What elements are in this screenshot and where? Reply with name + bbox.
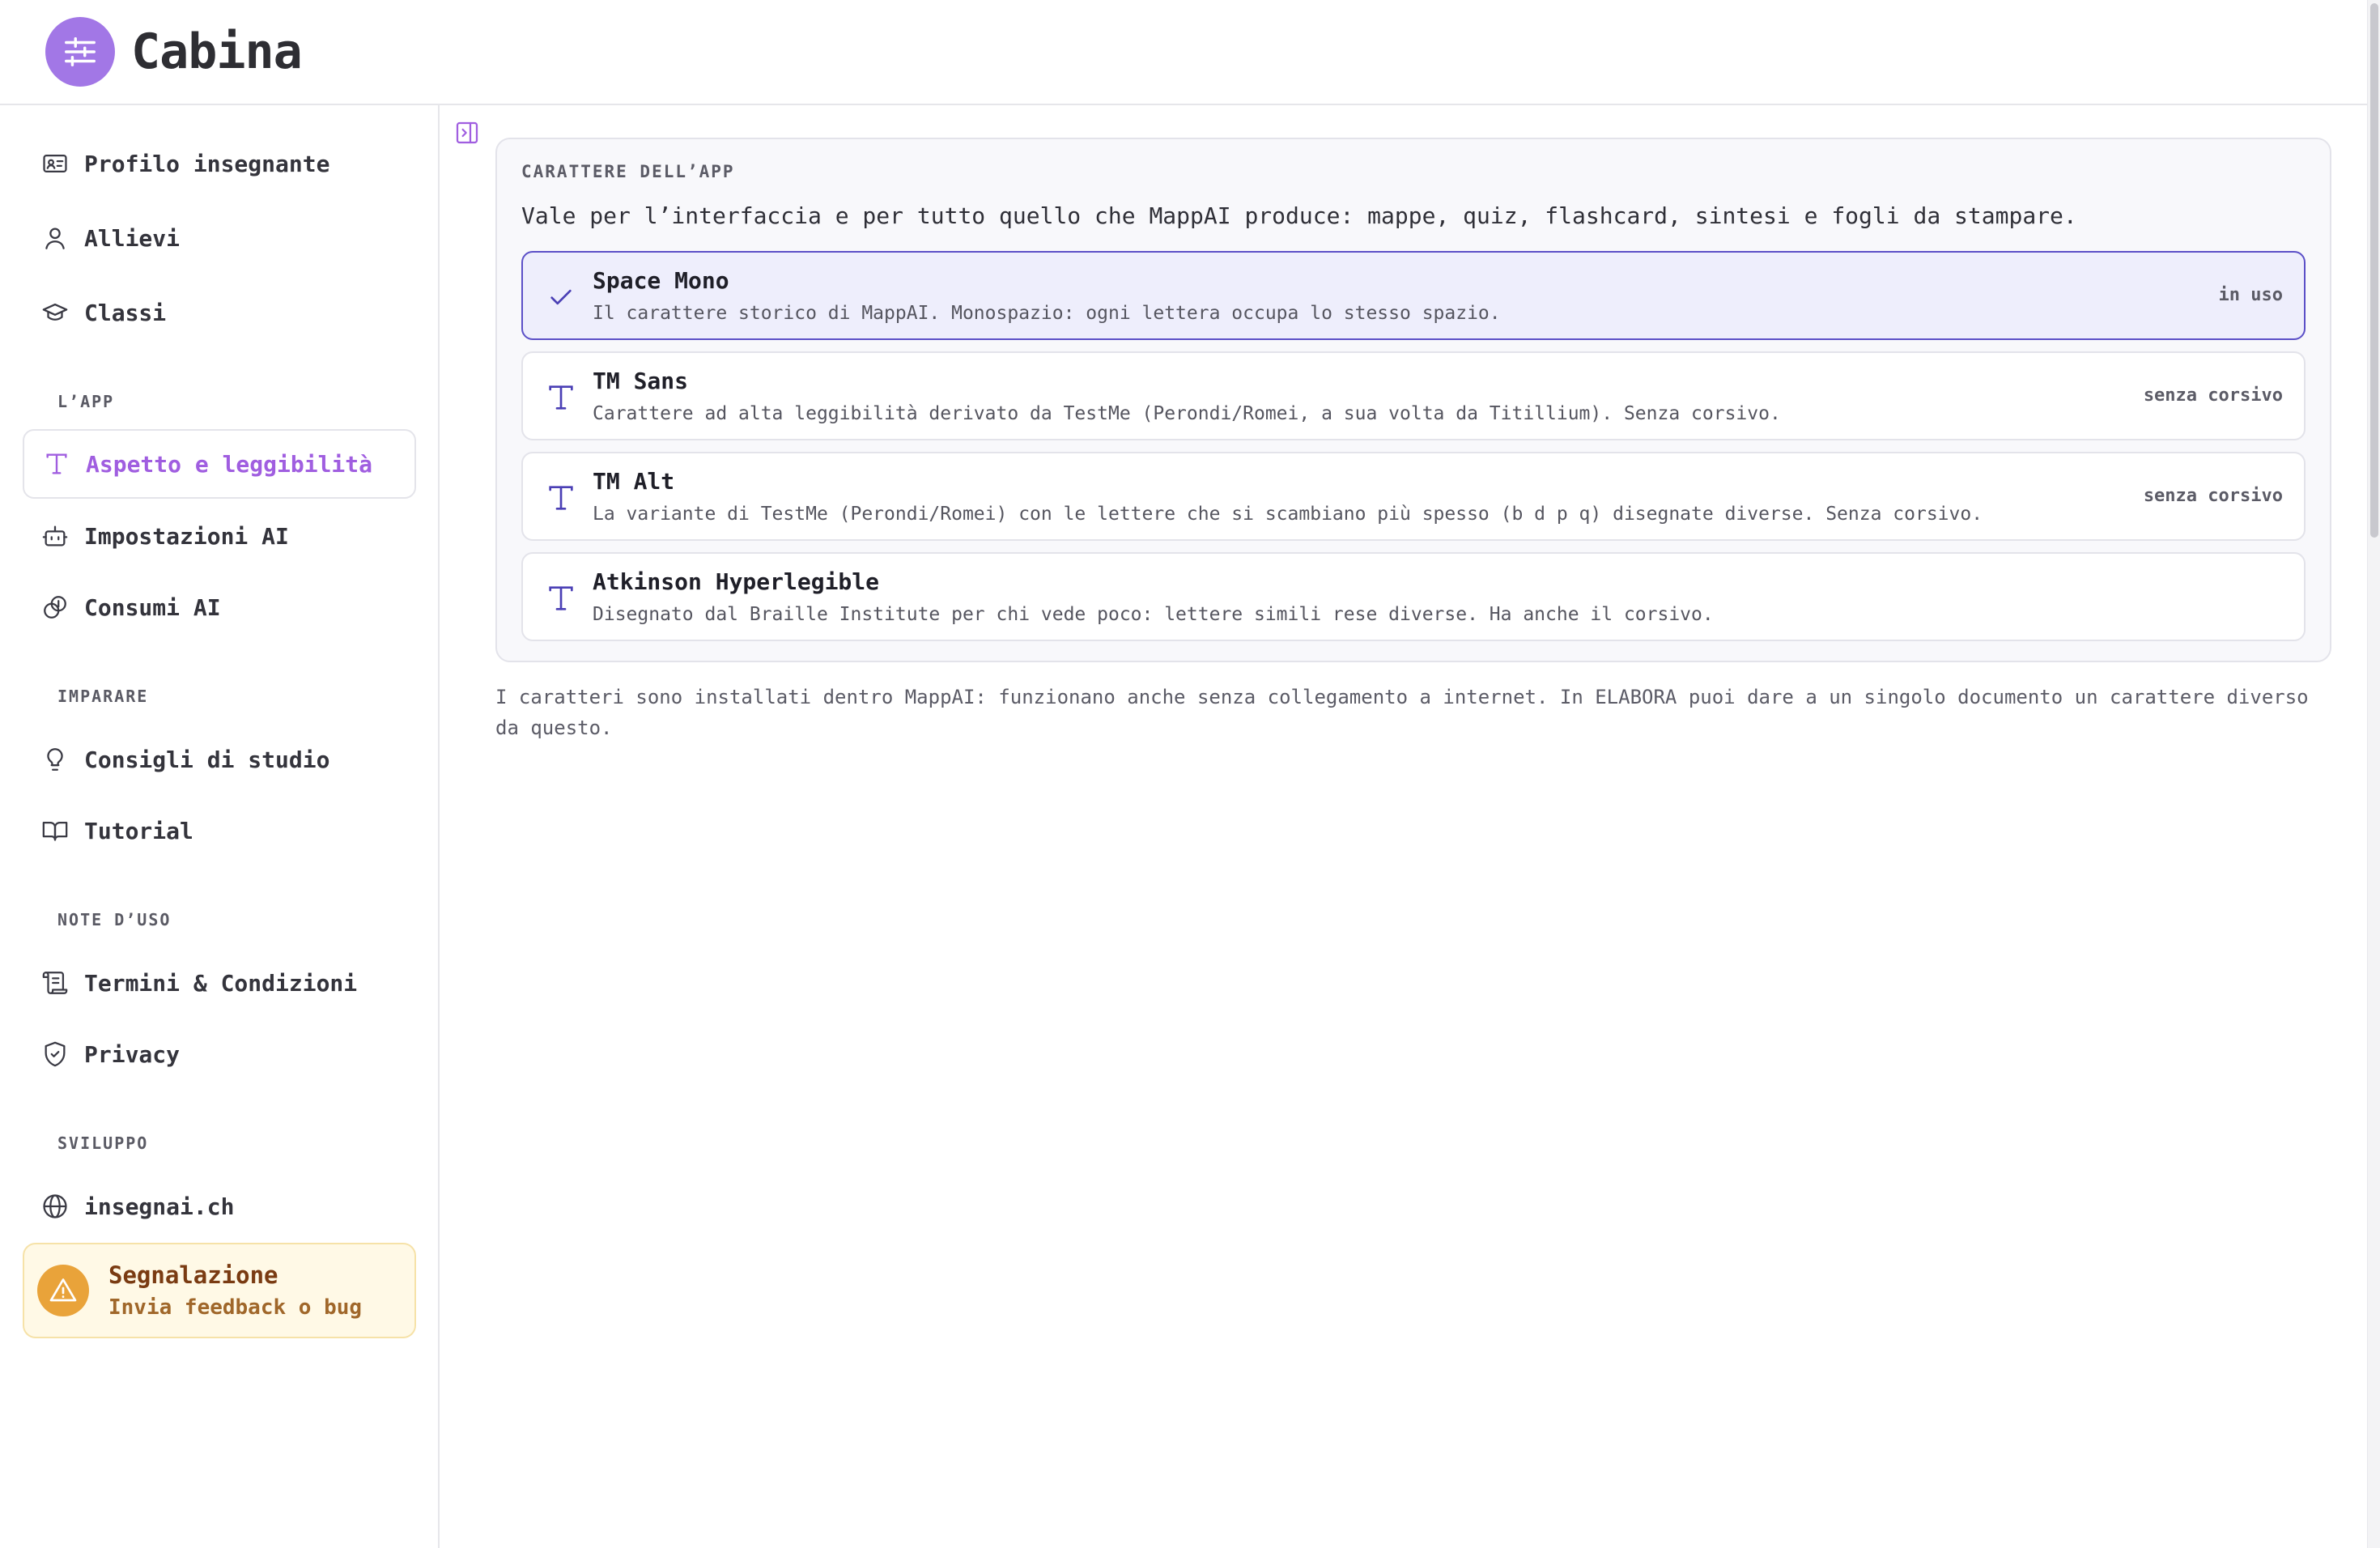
type-icon — [542, 379, 580, 416]
sidebar-item-termini[interactable]: Termini & Condizioni — [23, 950, 416, 1015]
sidebar-item-label: Consumi AI — [84, 593, 221, 621]
sidebar-item-tutorial[interactable]: Tutorial — [23, 798, 416, 863]
font-option-name: Space Mono — [593, 267, 729, 294]
sidebar-item-label: Privacy — [84, 1040, 181, 1068]
font-option-name: TM Sans — [593, 368, 689, 394]
sidebar-item-aspetto[interactable]: Aspetto e leggibilità — [23, 429, 416, 499]
type-icon — [42, 449, 71, 478]
scrollbar[interactable] — [2367, 0, 2380, 1548]
shield-check-icon — [40, 1040, 70, 1069]
font-option-description: La variante di TestMe (Perondi/Romei) co… — [593, 504, 1983, 525]
globe-icon — [40, 1192, 70, 1221]
section-label-imparare: IMPARARE — [57, 687, 149, 706]
section-label-sviluppo: SVILUPPO — [57, 1133, 149, 1153]
type-icon — [542, 580, 580, 617]
id-card-icon — [40, 149, 70, 178]
section-label-note: NOTE D’USO — [57, 910, 172, 929]
sidebar-item-classi[interactable]: Classi — [23, 280, 416, 345]
sidebar-item-consumi-ai[interactable]: Consumi AI — [23, 575, 416, 640]
sidebar-item-label: Profilo insegnante — [84, 150, 330, 177]
report-feedback-button[interactable]: Segnalazione Invia feedback o bug — [23, 1243, 416, 1338]
sidebar-toggle-button[interactable] — [453, 119, 481, 147]
sidebar-item-consigli[interactable]: Consigli di studio — [23, 727, 416, 792]
sidebar-item-label: Impostazioni AI — [84, 522, 289, 550]
font-option-atkinson[interactable]: Atkinson Hyperlegible Disegnato dal Brai… — [521, 552, 2306, 641]
sliders-logo-icon — [45, 17, 115, 87]
warning-icon — [37, 1265, 89, 1316]
font-option-description: Il carattere storico di MappAI. Monospaz… — [593, 303, 1501, 324]
type-icon — [542, 479, 580, 517]
scrollbar-thumb[interactable] — [2370, 3, 2378, 538]
font-option-tm-sans[interactable]: TM Sans Carattere ad alta leggibilità de… — [521, 351, 2306, 440]
sidebar-item-label: Tutorial — [84, 817, 193, 844]
font-settings-panel: CARATTERE DELL’APP Vale per l’interfacci… — [495, 138, 2331, 662]
coins-icon — [40, 593, 70, 622]
sidebar-item-profilo[interactable]: Profilo insegnante — [23, 131, 416, 196]
font-footnote: I caratteri sono installati dentro MappA… — [495, 686, 2309, 739]
font-option-name: TM Alt — [593, 468, 675, 495]
app-header: Cabina — [0, 0, 2367, 105]
robot-icon — [40, 521, 70, 551]
section-label-app: L’APP — [57, 392, 115, 411]
font-option-description: Disegnato dal Braille Institute per chi … — [593, 604, 1714, 625]
font-option-badge: senza corsivo — [2143, 486, 2283, 506]
sidebar-item-label: Termini & Condizioni — [84, 969, 358, 997]
sidebar-item-label: insegnai.ch — [84, 1193, 235, 1220]
font-option-tm-alt[interactable]: TM Alt La variante di TestMe (Perondi/Ro… — [521, 452, 2306, 541]
report-title: Segnalazione — [108, 1261, 278, 1289]
user-icon — [40, 223, 70, 253]
book-icon — [40, 816, 70, 845]
sidebar-item-privacy[interactable]: Privacy — [23, 1022, 416, 1087]
sidebar-item-impostazioni-ai[interactable]: Impostazioni AI — [23, 504, 416, 568]
font-option-name: Atkinson Hyperlegible — [593, 568, 880, 595]
sidebar-item-label: Allievi — [84, 224, 181, 252]
scroll-icon — [40, 968, 70, 997]
sidebar-item-label: Consigli di studio — [84, 746, 330, 773]
graduation-cap-icon — [40, 298, 70, 327]
panel-label: CARATTERE DELL’APP — [521, 162, 735, 181]
check-icon — [542, 279, 580, 316]
sidebar: Profilo insegnante Allievi Classi L’APP … — [0, 105, 440, 1548]
sidebar-item-label: Aspetto e leggibilità — [86, 450, 373, 478]
font-option-space-mono[interactable]: Space Mono Il carattere storico di MappA… — [521, 251, 2306, 340]
panel-description: Vale per l’interfaccia e per tutto quell… — [521, 202, 2077, 229]
report-subtitle: Invia feedback o bug — [108, 1295, 363, 1320]
sidebar-item-insegnai[interactable]: insegnai.ch — [23, 1174, 416, 1239]
app-title: Cabina — [131, 23, 303, 80]
sidebar-item-label: Classi — [84, 299, 167, 326]
font-option-badge: in uso — [2218, 285, 2283, 305]
font-option-description: Carattere ad alta leggibilità derivato d… — [593, 403, 1781, 424]
lightbulb-icon — [40, 745, 70, 774]
sidebar-item-allievi[interactable]: Allievi — [23, 206, 416, 270]
font-option-badge: senza corsivo — [2143, 385, 2283, 406]
